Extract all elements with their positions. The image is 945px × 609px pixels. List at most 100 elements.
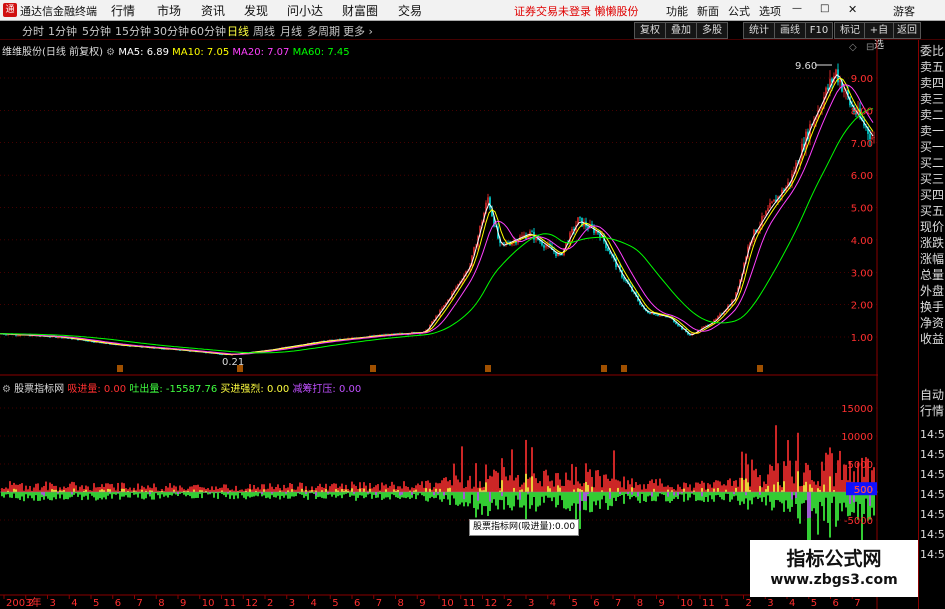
- price-tick-label: 4.00: [851, 236, 873, 247]
- event-marker: [621, 365, 627, 372]
- diamond-icon[interactable]: ◇: [849, 42, 857, 53]
- low-price-label: 0.21: [222, 357, 244, 368]
- side-panel-label: 换手: [920, 300, 945, 314]
- side-panel-label: 卖四: [920, 76, 945, 90]
- side-panel-label: 买三: [920, 172, 945, 186]
- candle-body: [19, 335, 21, 337]
- menu-item-faxian[interactable]: 发现: [244, 2, 268, 19]
- price-y-axis: 9.00 8.00 7.00 6.00 5.00 4.00 3.00 2.00 1.00 1500…: [841, 74, 873, 527]
- period-5min[interactable]: 5分钟: [82, 23, 111, 39]
- menu-item-jiaoyi[interactable]: 交易: [398, 2, 422, 19]
- candle-body: [489, 197, 491, 209]
- period-weekly[interactable]: 周线: [253, 23, 275, 39]
- side-panel-label: 涨幅: [920, 252, 945, 266]
- btn-huaxian[interactable]: 画线: [774, 22, 806, 39]
- menu-xinmian[interactable]: 新面: [697, 3, 719, 19]
- kline-chart[interactable]: 500 9.00 8.00 7.00 6.00 5.00 4.00 3.00 2.00 1.00…: [0, 40, 878, 609]
- btn-diejia[interactable]: 叠加: [665, 22, 697, 39]
- period-15min[interactable]: 15分钟: [115, 23, 151, 39]
- x-tick-label: 4: [789, 598, 795, 609]
- period-monthly[interactable]: 月线: [280, 23, 302, 39]
- candle-body: [773, 199, 775, 202]
- x-tick-label: 9: [659, 598, 665, 609]
- x-tick-label: 7: [376, 598, 382, 609]
- ma5-line: [0, 74, 874, 356]
- indicator-bars: 500: [0, 425, 878, 546]
- period-1min[interactable]: 1分钟: [48, 23, 77, 39]
- x-tick-label: 5: [332, 598, 338, 609]
- btn-fuquan[interactable]: 复权: [634, 22, 666, 39]
- period-60min[interactable]: 60分钟: [190, 23, 226, 39]
- ma-layer: [0, 74, 874, 356]
- menu-item-caifuquan[interactable]: 财富圈: [342, 2, 378, 19]
- candle-body: [523, 234, 525, 236]
- event-marker: [485, 365, 491, 372]
- side-panel-label: 收益: [920, 332, 945, 346]
- period-30min[interactable]: 30分钟: [153, 23, 189, 39]
- x-tick-label: 3: [767, 598, 773, 609]
- x-tick-label: 1: [724, 598, 730, 609]
- x-tick-label: 4: [71, 598, 77, 609]
- stock-name-label[interactable]: 维维股份(日线 前复权): [2, 47, 103, 58]
- maximize-icon[interactable]: □: [820, 3, 829, 14]
- indicator-name[interactable]: 股票指标网: [14, 384, 64, 395]
- x-tick-label: 5: [811, 598, 817, 609]
- btn-tongji[interactable]: 统计: [743, 22, 775, 39]
- x-tick-label: 2: [746, 598, 752, 609]
- side-panel-label: 卖三: [920, 92, 945, 106]
- high-price-label: 9.60: [795, 61, 817, 72]
- candle-body: [839, 80, 841, 83]
- indicator-tooltip: 股票指标网(吸进量):0.00: [469, 519, 580, 536]
- candle-body: [545, 245, 547, 248]
- side-panel-label[interactable]: 自动: [920, 388, 945, 402]
- candle-body: [543, 245, 545, 248]
- menu-item-zixun[interactable]: 资讯: [201, 2, 225, 19]
- period-fenshi[interactable]: 分时: [22, 23, 44, 39]
- candle-body: [5, 334, 7, 336]
- event-markers: [117, 365, 763, 372]
- side-panel-label: 卖一: [920, 124, 945, 138]
- btn-duogu[interactable]: 多股: [696, 22, 728, 39]
- x-tick-label: 11: [224, 598, 237, 609]
- btn-biaoji[interactable]: 标记: [834, 22, 866, 39]
- btn-zixuan[interactable]: +自选: [864, 22, 894, 51]
- collapse-icon[interactable]: ⊟: [866, 42, 874, 53]
- candle-body: [163, 348, 165, 350]
- menu-xuanxiang[interactable]: 选项: [759, 3, 781, 19]
- x-tick-label: 2003年: [6, 596, 41, 609]
- x-tick-label: 2: [28, 598, 34, 609]
- menu-item-shichang[interactable]: 市场: [157, 2, 181, 19]
- guest-label[interactable]: 游客: [893, 3, 915, 19]
- side-panel-time: 14:5: [920, 428, 945, 441]
- side-panel-label[interactable]: 行情: [920, 404, 945, 418]
- menu-item-wenxiaoda[interactable]: 问小达: [287, 2, 323, 19]
- x-tick-label: 4: [311, 598, 317, 609]
- side-panel-time: 14:5: [920, 548, 945, 561]
- side-panel-label: 委比: [920, 44, 945, 58]
- btn-f10[interactable]: F10: [805, 22, 833, 39]
- settings-gear-icon[interactable]: ⚙: [106, 47, 115, 58]
- period-more[interactable]: 更多 ›: [343, 23, 373, 39]
- side-panel-label: 总量: [920, 268, 945, 282]
- candle-body: [873, 137, 875, 138]
- menu-gongneng[interactable]: 功能: [666, 3, 688, 19]
- candle-body: [657, 314, 659, 316]
- x-tick-label: 5: [572, 598, 578, 609]
- x-tick-label: 10: [441, 598, 454, 609]
- candle-body: [571, 228, 573, 233]
- side-panel-label: 现价: [920, 220, 945, 234]
- close-icon[interactable]: ✕: [848, 3, 857, 16]
- x-tick-label: 4: [550, 598, 556, 609]
- settings-gear-icon[interactable]: ⚙: [2, 384, 11, 395]
- btn-fanhui[interactable]: 返回: [893, 22, 921, 39]
- period-daily[interactable]: 日线: [227, 23, 249, 39]
- trade-login-notice[interactable]: 证券交易未登录 懒懒股份: [514, 3, 639, 19]
- menu-gongshi[interactable]: 公式: [728, 3, 750, 19]
- chart-grid: [0, 40, 878, 609]
- price-layer: [1, 63, 875, 356]
- period-multi[interactable]: 多周期: [307, 23, 340, 39]
- menu-item-hangqing[interactable]: 行情: [111, 2, 135, 19]
- period-toolbar: 分时 1分钟 5分钟 15分钟 30分钟 60分钟 日线 周线 月线 多周期 更…: [0, 21, 945, 51]
- indicator-tick-label: -5000: [844, 516, 873, 527]
- minimize-icon[interactable]: —: [792, 3, 802, 14]
